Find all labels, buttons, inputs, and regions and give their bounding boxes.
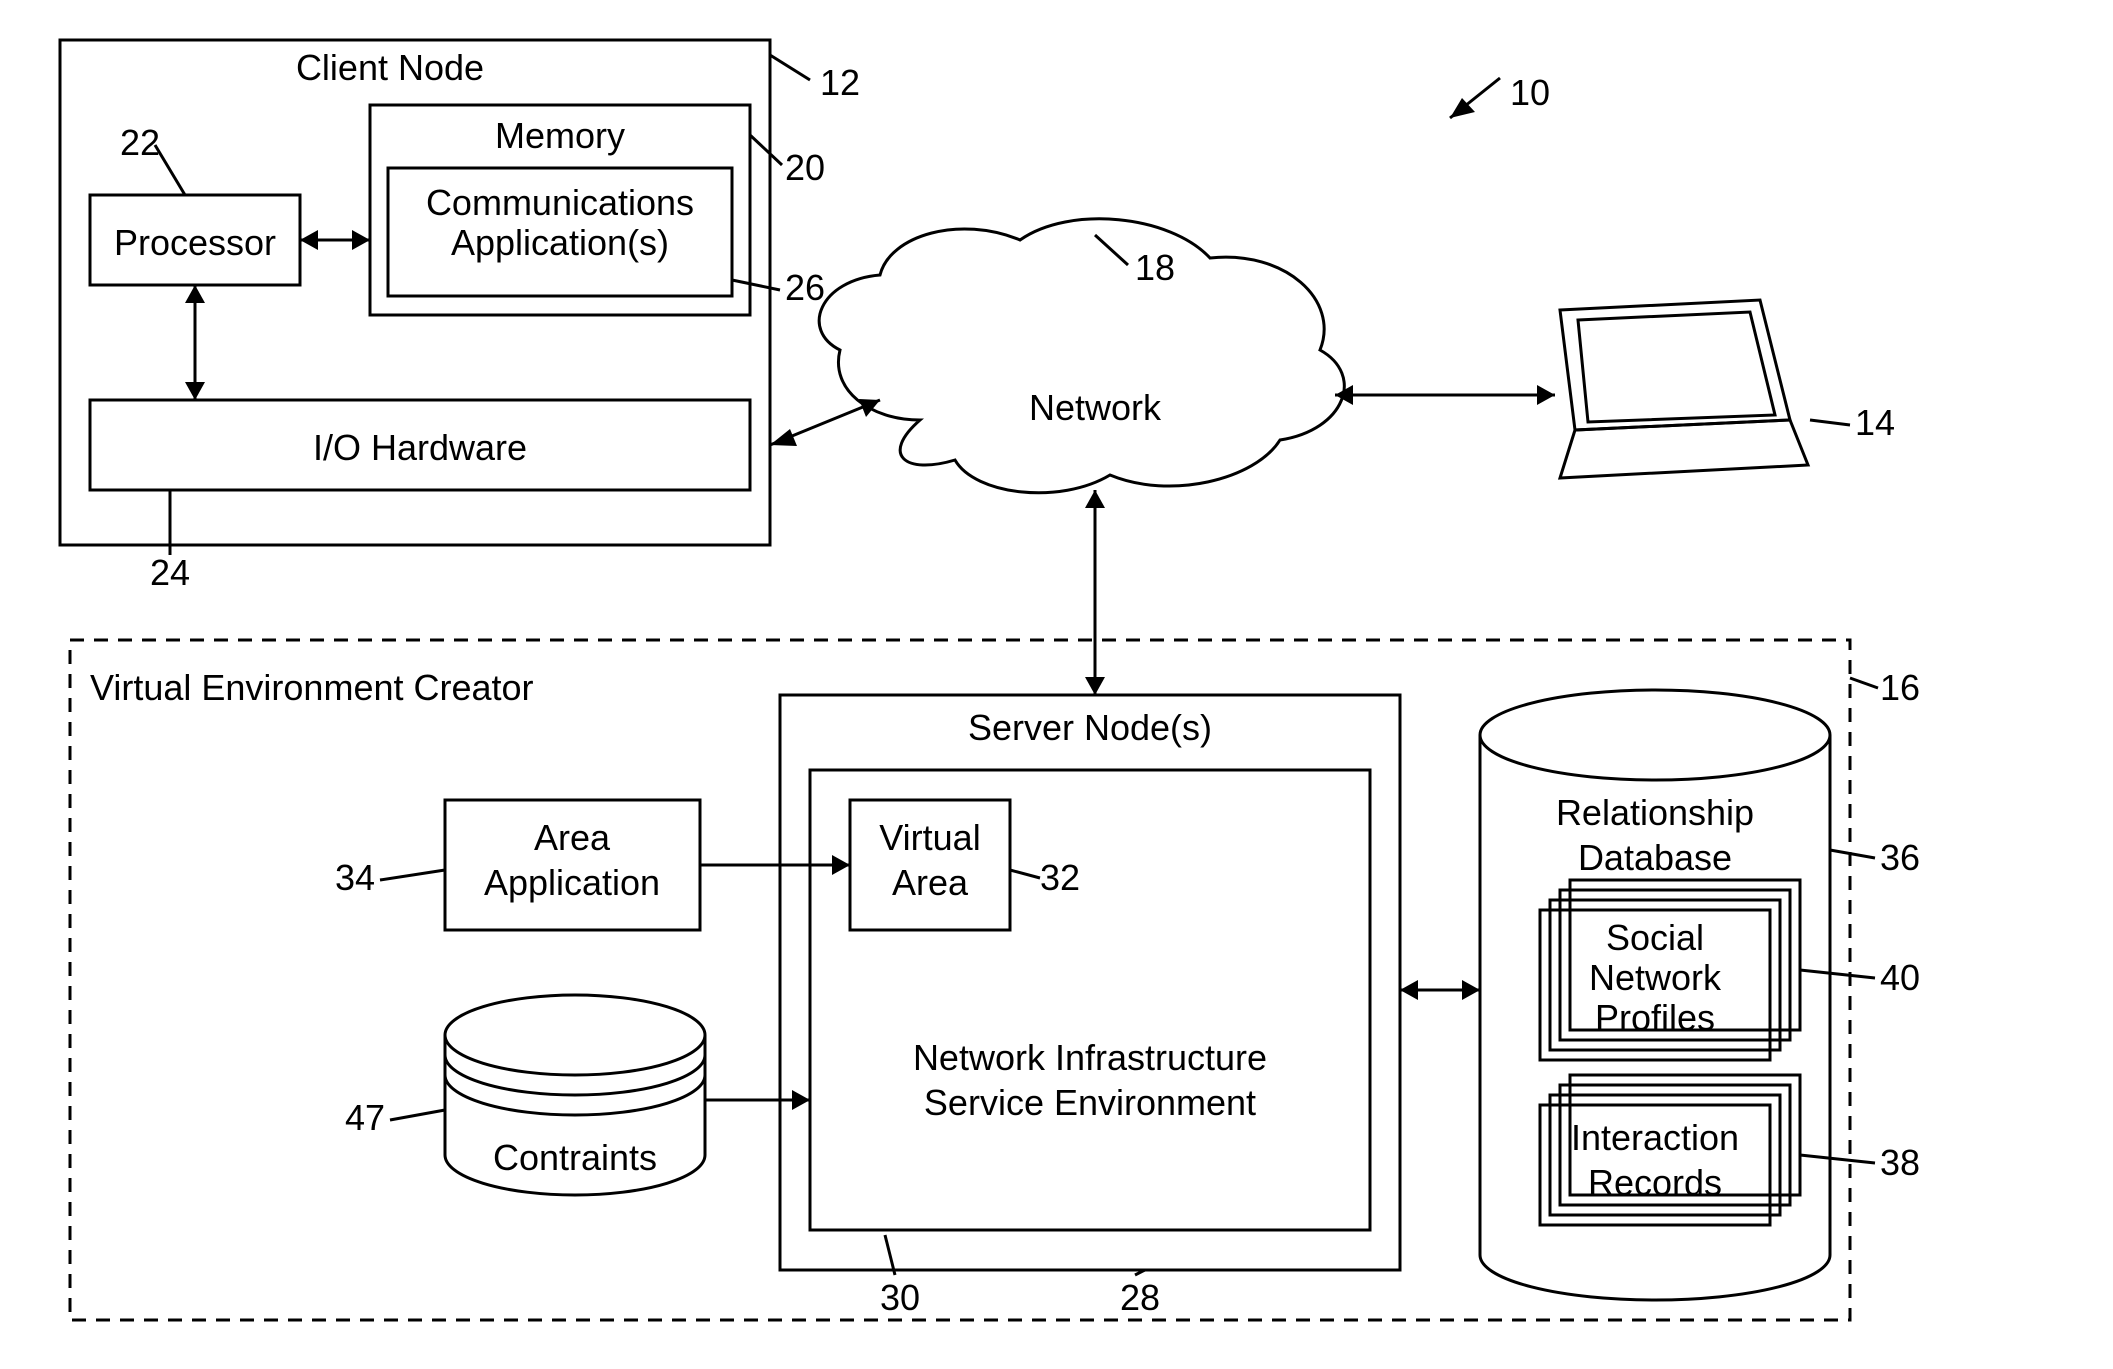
ref-22: 22 [120, 122, 160, 163]
ref-47: 47 [345, 1097, 385, 1138]
ref-16: 16 [1880, 667, 1920, 708]
nise-line1: Network Infrastructure [913, 1037, 1267, 1078]
diagram-canvas: Client Node Memory Communications Applic… [0, 0, 2113, 1369]
comm-app-line2: Application(s) [451, 222, 669, 263]
ir-line1: Interaction [1571, 1117, 1739, 1158]
memory-label: Memory [495, 115, 625, 156]
snp-line1: Social [1606, 917, 1704, 958]
snp-line2: Network [1589, 957, 1722, 998]
laptop-icon [1560, 300, 1808, 478]
client-node-box [60, 40, 770, 545]
virtual-area-line2: Area [892, 862, 969, 903]
ref-34: 34 [335, 857, 375, 898]
network-label: Network [1029, 387, 1162, 428]
client-node-label: Client Node [296, 47, 484, 88]
processor-label: Processor [114, 222, 276, 263]
snp-line3: Profiles [1595, 997, 1715, 1038]
social-network-profiles-stack: Social Network Profiles [1540, 880, 1800, 1060]
interaction-records-stack: Interaction Records [1540, 1075, 1800, 1225]
ref-32: 32 [1040, 857, 1080, 898]
vec-box [70, 640, 1850, 1320]
ref-38: 38 [1880, 1142, 1920, 1183]
ref-14: 14 [1855, 402, 1895, 443]
nise-line2: Service Environment [924, 1082, 1256, 1123]
ref-18: 18 [1135, 247, 1175, 288]
virtual-area-line1: Virtual [879, 817, 980, 858]
ir-line2: Records [1588, 1162, 1722, 1203]
area-app-line1: Area [534, 817, 611, 858]
comm-app-line1: Communications [426, 182, 694, 223]
io-hardware-label: I/O Hardware [313, 427, 527, 468]
server-nodes-box [780, 695, 1400, 1270]
ref-20: 20 [785, 147, 825, 188]
ref-24: 24 [150, 552, 190, 593]
ref-30: 30 [880, 1277, 920, 1318]
ref-40: 40 [1880, 957, 1920, 998]
constraints-cylinder: Contraints [445, 995, 705, 1195]
ref-36: 36 [1880, 837, 1920, 878]
vec-label: Virtual Environment Creator [90, 667, 534, 708]
constraints-label: Contraints [493, 1137, 657, 1178]
network-cloud: Network [819, 219, 1344, 493]
ref-12: 12 [820, 62, 860, 103]
ref-28: 28 [1120, 1277, 1160, 1318]
rel-db-line1: Relationship [1556, 792, 1754, 833]
rel-db-line2: Database [1578, 837, 1732, 878]
ref-10: 10 [1510, 72, 1550, 113]
area-app-line2: Application [484, 862, 660, 903]
server-nodes-label: Server Node(s) [968, 707, 1212, 748]
ref-26: 26 [785, 267, 825, 308]
